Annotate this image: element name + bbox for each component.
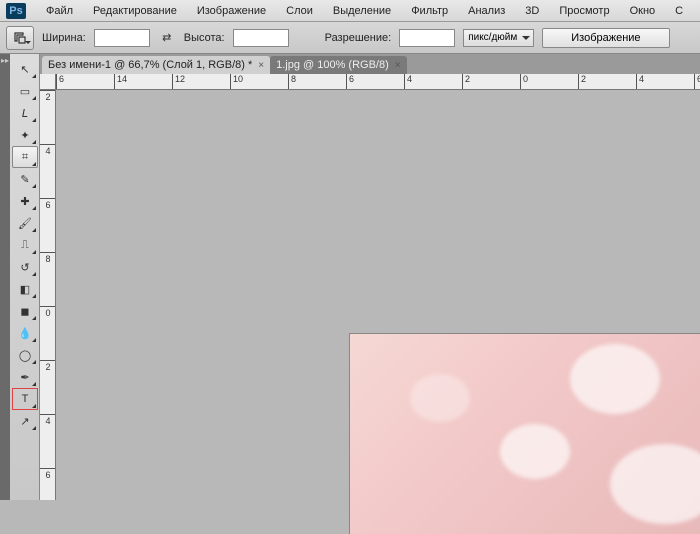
ruler-origin[interactable] <box>40 74 56 90</box>
menu-окно[interactable]: Окно <box>620 2 666 20</box>
lasso-tool[interactable]: 𝘓 <box>12 102 38 124</box>
document-tabs: Без имени-1 @ 66,7% (Слой 1, RGB/8) *×1.… <box>40 54 700 74</box>
ruler-tick: 14 <box>114 74 127 90</box>
menu-с[interactable]: С <box>665 2 693 20</box>
tool-preset-icon[interactable] <box>6 26 34 50</box>
ruler-tick: 4 <box>636 74 644 90</box>
document-tab[interactable]: Без имени-1 @ 66,7% (Слой 1, RGB/8) * × <box>42 56 270 74</box>
menu-слои[interactable]: Слои <box>276 2 323 20</box>
options-bar: Ширина: ⇄ Высота: Разрешение: пикс/дюйм … <box>0 22 700 54</box>
menu-bar: Ps ФайлРедактированиеИзображениеСлоиВыде… <box>0 0 700 22</box>
menu-изображение[interactable]: Изображение <box>187 2 276 20</box>
stamp-tool[interactable]: ⎍ <box>12 234 38 256</box>
ruler-tick: 8 <box>40 252 56 264</box>
menu-файл[interactable]: Файл <box>36 2 83 20</box>
menu-анализ[interactable]: Анализ <box>458 2 515 20</box>
gradient-tool[interactable]: ◼ <box>12 300 38 322</box>
ruler-tick: 2 <box>462 74 470 90</box>
menu-просмотр[interactable]: Просмотр <box>549 2 619 20</box>
blur-tool[interactable]: 💧 <box>12 322 38 344</box>
ruler-tick: 8 <box>288 74 296 90</box>
eraser-tool[interactable]: ◧ <box>12 278 38 300</box>
move-tool[interactable]: ↖ <box>12 58 38 80</box>
menu-3d[interactable]: 3D <box>515 2 549 20</box>
dodge-tool[interactable]: ◯ <box>12 344 38 366</box>
eyedropper-tool[interactable]: ✎ <box>12 168 38 190</box>
ruler-tick: 4 <box>40 144 56 156</box>
menu-фильтр[interactable]: Фильтр <box>401 2 458 20</box>
resolution-input[interactable] <box>399 29 455 47</box>
expand-icon[interactable]: ▸▸ <box>1 56 9 65</box>
history-brush-tool[interactable]: ↺ <box>12 256 38 278</box>
ruler-horizontal[interactable]: 6 14 12 10 8 6 4 2 0 2 4 6 <box>56 74 700 90</box>
width-input[interactable] <box>94 29 150 47</box>
ruler-tick: 6 <box>56 74 64 90</box>
ruler-tick: 6 <box>40 468 56 480</box>
ruler-tick: 6 <box>40 198 56 210</box>
app-logo: Ps <box>6 3 26 19</box>
units-select[interactable]: пикс/дюйм <box>463 29 534 47</box>
ruler-tick: 2 <box>40 360 56 372</box>
ruler-tick: 10 <box>230 74 243 90</box>
ruler-vertical[interactable]: 2 4 6 8 0 2 4 6 <box>40 90 56 500</box>
tab-label: Без имени-1 @ 66,7% (Слой 1, RGB/8) * <box>48 59 252 71</box>
pen-tool[interactable]: ✒ <box>12 366 38 388</box>
close-icon[interactable]: × <box>395 60 401 71</box>
resolution-label: Разрешение: <box>325 32 392 44</box>
canvas-area: 6 14 12 10 8 6 4 2 0 2 4 6 2 4 6 8 0 2 4 6 <box>40 74 700 500</box>
ruler-tick: 4 <box>404 74 412 90</box>
height-label: Высота: <box>184 32 225 44</box>
wand-tool[interactable]: ✦ <box>12 124 38 146</box>
width-label: Ширина: <box>42 32 86 44</box>
close-icon[interactable]: × <box>258 60 264 71</box>
brush-tool[interactable]: 🖌 <box>12 212 38 234</box>
document-tab[interactable]: 1.jpg @ 100% (RGB/8) × <box>270 56 407 74</box>
crop-tool[interactable]: ⌗ <box>12 146 38 168</box>
ruler-tick: 12 <box>172 74 185 90</box>
menu-выделение[interactable]: Выделение <box>323 2 401 20</box>
ruler-tick: 6 <box>694 74 700 90</box>
canvas-image[interactable] <box>350 334 700 534</box>
tab-label: 1.jpg @ 100% (RGB/8) <box>276 59 389 71</box>
ruler-tick: 0 <box>520 74 528 90</box>
height-input[interactable] <box>233 29 289 47</box>
ruler-tick: 2 <box>578 74 586 90</box>
image-button[interactable]: Изображение <box>542 28 669 48</box>
menu-редактирование[interactable]: Редактирование <box>83 2 187 20</box>
ruler-tick: 0 <box>40 306 56 318</box>
ruler-tick: 4 <box>40 414 56 426</box>
ruler-tick: 6 <box>346 74 354 90</box>
path-tool[interactable]: ↗ <box>12 410 38 432</box>
dock-strip: ▸▸ <box>0 54 10 500</box>
toolbox: ↖▭𝘓✦⌗✎✚🖌⎍↺◧◼💧◯✒T↗ <box>10 54 40 500</box>
type-tool[interactable]: T <box>12 388 38 410</box>
ruler-tick: 2 <box>40 90 56 102</box>
swap-icon[interactable]: ⇄ <box>158 29 176 47</box>
marquee-tool[interactable]: ▭ <box>12 80 38 102</box>
healing-tool[interactable]: ✚ <box>12 190 38 212</box>
